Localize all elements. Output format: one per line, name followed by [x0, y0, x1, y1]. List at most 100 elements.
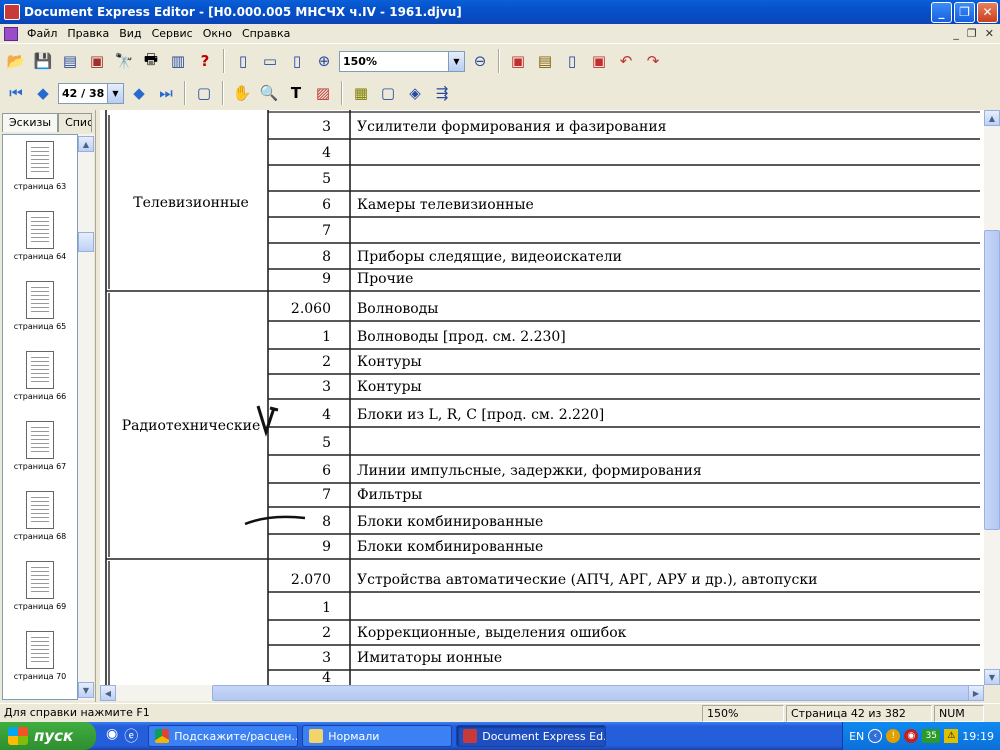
rotate-left-icon[interactable]: ↶	[614, 49, 638, 73]
previous-page-icon[interactable]: ◆	[31, 81, 55, 105]
single-page-icon[interactable]: ▯	[231, 49, 255, 73]
task-document-express[interactable]: Document Express Ed...	[456, 725, 607, 747]
scan-icon[interactable]: ▤	[58, 49, 82, 73]
close-button[interactable]: ✕	[977, 1, 998, 23]
scroll-down-icon[interactable]: ▼	[984, 669, 1000, 685]
status-page: Страница 42 из 382	[786, 704, 932, 722]
rotate-right-icon[interactable]: ↷	[641, 49, 665, 73]
mdi-minimize-button[interactable]: _	[953, 27, 959, 40]
row-text: Контуры	[357, 379, 422, 395]
open-icon[interactable]: 📂	[4, 49, 28, 73]
chevron-down-icon[interactable]: ▼	[107, 83, 123, 103]
thumbnail-item[interactable]: страница 65	[3, 275, 77, 345]
row-text: Камеры телевизионные	[357, 197, 534, 213]
thumbnail-item[interactable]: страница 69	[3, 555, 77, 625]
scroll-thumb[interactable]	[78, 232, 94, 252]
menu-service[interactable]: Сервис	[147, 27, 198, 40]
row-text: Фильтры	[357, 487, 422, 503]
print-icon[interactable]: 🖶	[139, 49, 163, 73]
chevron-down-icon[interactable]: ▼	[448, 51, 464, 71]
thumbnail-item[interactable]: страница 68	[3, 485, 77, 555]
page-thumbnail	[26, 421, 54, 459]
thumbnail-item[interactable]: страница 67	[3, 415, 77, 485]
minimize-button[interactable]: _	[931, 1, 952, 23]
scroll-down-icon[interactable]: ▼	[78, 682, 94, 698]
page-text-icon[interactable]: ▤	[533, 49, 557, 73]
language-indicator[interactable]: EN	[849, 730, 864, 743]
thumbnail-item[interactable]: страница 63	[3, 135, 77, 205]
horizontal-scroll-thumb[interactable]	[212, 685, 1000, 701]
properties-icon[interactable]: ▥	[166, 49, 190, 73]
mdi-restore-button[interactable]: ❐	[967, 27, 977, 40]
document-viewer[interactable]: 3 Усилители формирования и фазирования 4 5 6…	[100, 110, 984, 685]
thumbnail-label: страница 63	[13, 182, 67, 191]
layout-d-icon[interactable]: ⇶	[430, 81, 454, 105]
menu-window[interactable]: Окно	[198, 27, 237, 40]
task-chrome[interactable]: Подскажите/расцен...	[148, 725, 299, 747]
toolbar-separator	[341, 81, 343, 105]
next-page-icon[interactable]: ◆	[127, 81, 151, 105]
thumbnail-item[interactable]: страница 70	[3, 625, 77, 695]
layout-a-icon[interactable]: ▦	[349, 81, 373, 105]
document-icon[interactable]	[4, 26, 18, 41]
security-icon[interactable]: !	[886, 729, 901, 743]
task-folder[interactable]: Нормали	[302, 725, 453, 747]
scroll-up-icon[interactable]: ▲	[78, 136, 94, 152]
layout-b-icon[interactable]: ▢	[376, 81, 400, 105]
page-combo[interactable]: 42 / 38 ▼	[58, 82, 124, 104]
page-mark-icon[interactable]: ▣	[587, 49, 611, 73]
row-code: 9	[322, 271, 331, 287]
help-icon[interactable]: ?	[193, 49, 217, 73]
vertical-scroll-thumb[interactable]	[984, 230, 1000, 530]
vertical-scrollbar[interactable]: ▲ ▼	[984, 110, 1000, 685]
zoom-out-icon[interactable]: ⊖	[468, 49, 492, 73]
row-text: Волноводы [прод. см. 2.230]	[357, 329, 566, 345]
select-tool-icon[interactable]: ▨	[311, 81, 335, 105]
row-code: 2	[322, 625, 331, 641]
ie-icon[interactable]: ⓔ	[124, 726, 138, 746]
status-help: Для справки нажмите F1	[4, 705, 150, 719]
zoom-in-icon[interactable]: ⊕	[312, 49, 336, 73]
menu-file[interactable]: Файл	[22, 27, 62, 40]
antivirus-icon[interactable]: ◉	[904, 729, 919, 743]
thumbnail-item[interactable]: страница 66	[3, 345, 77, 415]
fit-page-icon[interactable]: ▢	[192, 81, 216, 105]
tab-thumbnails[interactable]: Эскизы	[2, 113, 59, 132]
export-icon[interactable]: ▣	[85, 49, 109, 73]
menu-help[interactable]: Справка	[237, 27, 295, 40]
start-button[interactable]: пуск	[0, 722, 96, 750]
start-label: пуск	[34, 727, 74, 745]
restore-button[interactable]: ❐	[954, 1, 975, 23]
save-icon[interactable]: 💾	[31, 49, 55, 73]
zoom-tool-icon[interactable]: 🔍	[257, 81, 281, 105]
layout-c-icon[interactable]: ◈	[403, 81, 427, 105]
last-page-icon[interactable]: ⏭	[154, 81, 178, 105]
zoom-combo[interactable]: 150% ▼	[339, 50, 465, 72]
menu-edit[interactable]: Правка	[62, 27, 114, 40]
mdi-close-button[interactable]: ✕	[985, 27, 994, 40]
warning-icon[interactable]: ⚠	[944, 729, 959, 743]
facing-pages-icon[interactable]: ▯	[285, 49, 309, 73]
horizontal-scrollbar[interactable]: ◀ ▶	[100, 685, 1000, 701]
scroll-up-icon[interactable]: ▲	[984, 110, 1000, 126]
scroll-right-icon[interactable]: ▶	[968, 685, 984, 701]
chrome-icon	[155, 729, 170, 743]
text-tool-icon[interactable]: T	[284, 81, 308, 105]
menu-view[interactable]: Вид	[114, 27, 146, 40]
first-page-icon[interactable]: ⏮	[4, 81, 28, 105]
hand-tool-icon[interactable]: ✋	[230, 81, 254, 105]
scroll-left-icon[interactable]: ◀	[100, 685, 116, 701]
chrome-icon[interactable]: ◉	[106, 726, 118, 746]
page-blank-icon[interactable]: ▯	[560, 49, 584, 73]
page-color-icon[interactable]: ▣	[506, 49, 530, 73]
thumbnail-item[interactable]: страница 64	[3, 205, 77, 275]
counter-badge[interactable]: 35	[922, 729, 941, 743]
find-icon[interactable]: 🔭	[112, 49, 136, 73]
windows-logo-icon	[8, 727, 28, 745]
network-icon[interactable]: ‹	[868, 729, 883, 743]
tab-list[interactable]: Список	[58, 113, 93, 132]
row-text: Коррекционные, выделения ошибок	[357, 625, 627, 641]
continuous-page-icon[interactable]: ▭	[258, 49, 282, 73]
group-name: Телевизионные	[133, 195, 249, 211]
thumbnail-scrollbar[interactable]: ▲ ▼	[78, 134, 94, 700]
